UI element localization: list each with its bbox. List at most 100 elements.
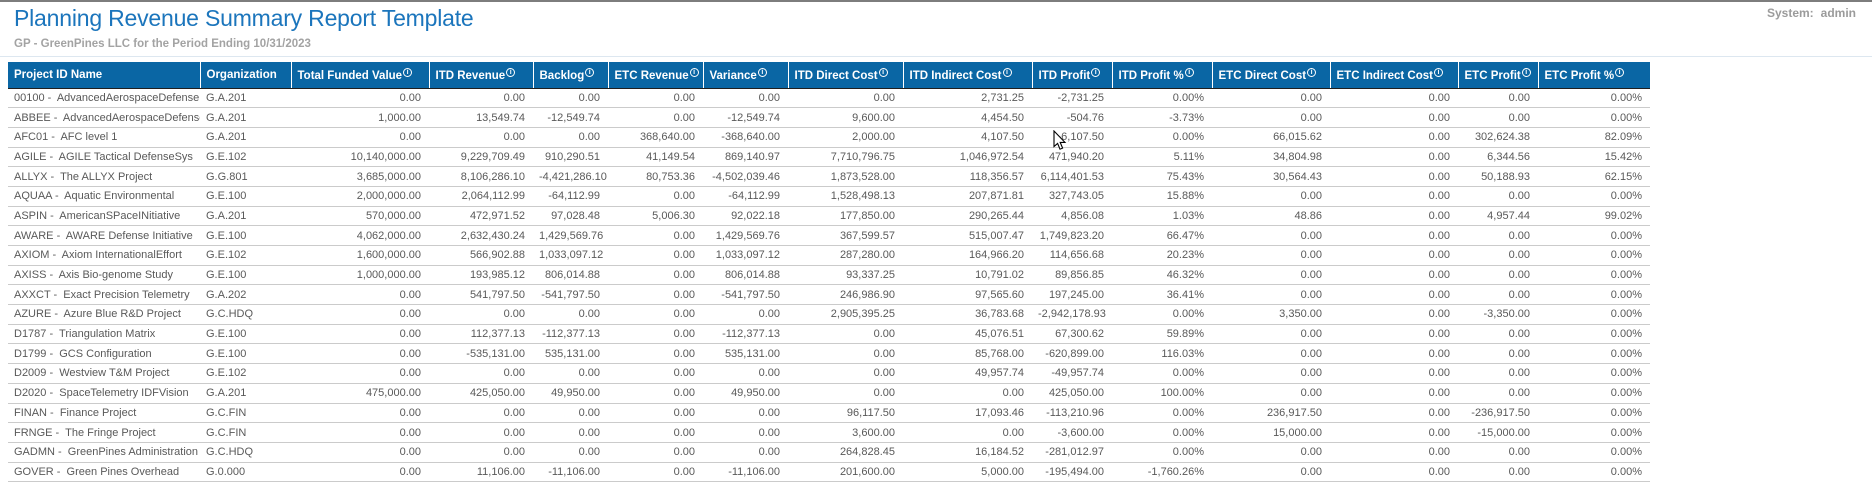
organization-cell: G.E.100	[200, 226, 291, 246]
value-cell: 0.00	[429, 127, 533, 147]
value-cell: 15.42%	[1538, 147, 1650, 167]
column-header-etc-direct-cost[interactable]: ETC Direct Costi	[1212, 62, 1330, 88]
value-cell: -504.76	[1032, 108, 1112, 128]
value-cell: 93,337.25	[788, 265, 903, 285]
system-user: admin	[1821, 6, 1856, 20]
column-header-label: ETC Profit %	[1545, 70, 1615, 82]
value-cell: 15.88%	[1112, 186, 1212, 206]
info-icon[interactable]: i	[1522, 68, 1531, 77]
column-header-itd-profit[interactable]: ITD Profiti	[1032, 62, 1112, 88]
table-row: FINAN - Finance ProjectG.C.FIN0.000.000.…	[8, 403, 1650, 423]
column-header-organization[interactable]: Organization	[200, 62, 291, 88]
value-cell: 0.00	[291, 344, 429, 364]
value-cell: 368,640.00	[608, 127, 703, 147]
value-cell: 0.00	[429, 364, 533, 384]
value-cell: 0.00	[1458, 285, 1538, 305]
info-icon[interactable]: i	[758, 68, 767, 77]
info-icon[interactable]: i	[690, 68, 699, 77]
value-cell: 806,014.88	[703, 265, 788, 285]
value-cell: 0.00	[533, 88, 608, 108]
value-cell: -12,549.74	[533, 108, 608, 128]
value-cell: 0.00	[788, 324, 903, 344]
value-cell: 535,131.00	[533, 344, 608, 364]
value-cell: 0.00	[1330, 383, 1458, 403]
value-cell: -64,112.99	[533, 186, 608, 206]
value-cell: 3,685,000.00	[291, 167, 429, 187]
info-icon[interactable]: i	[403, 68, 412, 77]
value-cell: 0.00%	[1112, 88, 1212, 108]
value-cell: -4,502,039.46	[703, 167, 788, 187]
value-cell: 75.43%	[1112, 167, 1212, 187]
organization-cell: G.E.100	[200, 324, 291, 344]
info-icon[interactable]: i	[1003, 68, 1012, 77]
table-row: D2009 - Westview T&M ProjectG.E.1020.000…	[8, 364, 1650, 384]
column-header-etc-indirect-cost[interactable]: ETC Indirect Costi	[1330, 62, 1458, 88]
column-header-etc-profit[interactable]: ETC Profiti	[1458, 62, 1538, 88]
info-icon[interactable]: i	[1615, 68, 1624, 77]
value-cell: 5.11%	[1112, 147, 1212, 167]
value-cell: 0.00	[1330, 265, 1458, 285]
value-cell: 0.00	[429, 305, 533, 325]
value-cell: 0.00	[608, 324, 703, 344]
info-icon[interactable]: i	[1434, 68, 1443, 77]
value-cell: 0.00	[608, 246, 703, 266]
value-cell: 66.47%	[1112, 226, 1212, 246]
column-header-itd-indirect-cost[interactable]: ITD Indirect Costi	[903, 62, 1032, 88]
value-cell: 34,804.98	[1212, 147, 1330, 167]
value-cell: -3,350.00	[1458, 305, 1538, 325]
table-row: ASPIN - AmericanSPaceINitiativeG.A.20157…	[8, 206, 1650, 226]
info-icon[interactable]: i	[1185, 68, 1194, 77]
table-row: AXIOM - Axiom InternationalEffortG.E.102…	[8, 246, 1650, 266]
value-cell: 1,033,097.12	[703, 246, 788, 266]
value-cell: 327,743.05	[1032, 186, 1112, 206]
value-cell: 0.00	[291, 462, 429, 482]
value-cell: 36,783.68	[903, 305, 1032, 325]
info-icon[interactable]: i	[1091, 68, 1100, 77]
column-header-itd-direct-cost[interactable]: ITD Direct Costi	[788, 62, 903, 88]
value-cell: 96,117.50	[788, 403, 903, 423]
organization-cell: G.A.201	[200, 88, 291, 108]
value-cell: 0.00	[903, 423, 1032, 443]
value-cell: 264,828.45	[788, 442, 903, 462]
column-header-label: Organization	[207, 69, 277, 81]
window-top-border	[0, 0, 1872, 2]
column-header-project-id-name[interactable]: Project ID Name	[8, 62, 200, 88]
value-cell: 0.00	[608, 305, 703, 325]
value-cell: 0.00	[291, 364, 429, 384]
value-cell: 0.00	[608, 265, 703, 285]
info-icon[interactable]: i	[1307, 68, 1316, 77]
value-cell: 0.00	[788, 88, 903, 108]
info-icon[interactable]: i	[506, 68, 515, 77]
value-cell: 0.00%	[1538, 344, 1650, 364]
column-header-etc-revenue[interactable]: ETC Revenuei	[608, 62, 703, 88]
value-cell: 1,429,569.76	[533, 226, 608, 246]
column-header-itd-profit-[interactable]: ITD Profit %i	[1112, 62, 1212, 88]
column-header-total-funded-value[interactable]: Total Funded Valuei	[291, 62, 429, 88]
value-cell: 0.00%	[1538, 423, 1650, 443]
column-header-variance[interactable]: Variancei	[703, 62, 788, 88]
column-header-label: ITD Indirect Cost	[910, 70, 1002, 82]
column-header-backlog[interactable]: Backlogi	[533, 62, 608, 88]
value-cell: 302,624.38	[1458, 127, 1538, 147]
organization-cell: G.C.FIN	[200, 403, 291, 423]
value-cell: 45,076.51	[903, 324, 1032, 344]
value-cell: 0.00	[608, 403, 703, 423]
value-cell: 0.00	[1458, 108, 1538, 128]
value-cell: 570,000.00	[291, 206, 429, 226]
project-id-name-cell: AXXCT - Exact Precision Telemetry	[8, 285, 200, 305]
value-cell: 1.03%	[1112, 206, 1212, 226]
value-cell: 0.00	[608, 383, 703, 403]
info-icon[interactable]: i	[585, 68, 594, 77]
organization-cell: G.G.801	[200, 167, 291, 187]
table-row: AGILE - AGILE Tactical DefenseSysG.E.102…	[8, 147, 1650, 167]
header-divider	[0, 56, 1872, 57]
value-cell: 0.00	[1458, 246, 1538, 266]
value-cell: 0.00	[1330, 206, 1458, 226]
column-header-etc-profit-[interactable]: ETC Profit %i	[1538, 62, 1650, 88]
value-cell: 2,000.00	[788, 127, 903, 147]
value-cell: 4,454.50	[903, 108, 1032, 128]
info-icon[interactable]: i	[879, 68, 888, 77]
column-header-itd-revenue[interactable]: ITD Revenuei	[429, 62, 533, 88]
report-table: Project ID Name Organization Total Funded …	[8, 62, 1650, 482]
value-cell: 17,093.46	[903, 403, 1032, 423]
